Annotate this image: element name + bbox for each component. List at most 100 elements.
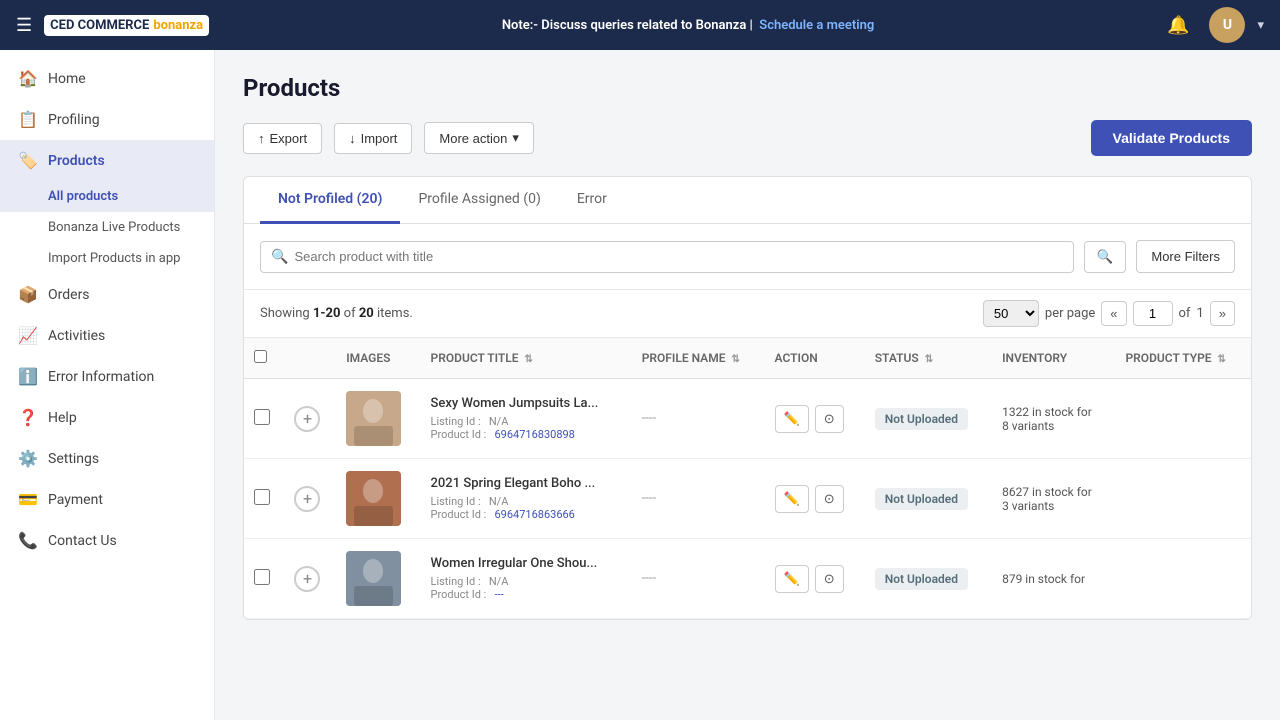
tab-error[interactable]: Error <box>559 177 625 224</box>
sidebar-item-error-information[interactable]: ℹ️ Error Information <box>0 356 214 397</box>
sidebar-item-activities[interactable]: 📈 Activities <box>0 315 214 356</box>
col-profile-name-header[interactable]: PROFILE NAME ⇅ <box>632 338 765 379</box>
profile-name-0: ---- <box>642 411 656 426</box>
error-information-icon: ℹ️ <box>18 367 38 386</box>
row-checkbox-0[interactable] <box>254 409 270 425</box>
edit-button-1[interactable]: ✏️ <box>775 485 809 513</box>
view-button-0[interactable]: ⊙ <box>815 405 844 433</box>
showing-range: 1-20 <box>313 306 341 321</box>
per-page-select[interactable]: 50 25 100 <box>983 300 1039 327</box>
edit-button-2[interactable]: ✏️ <box>775 565 809 593</box>
page-title: Products <box>243 74 1252 102</box>
sidebar: 🏠 Home 📋 Profiling 🏷️ Products All produ… <box>0 50 215 720</box>
status-badge-2: Not Uploaded <box>875 568 968 590</box>
tab-profile-assigned[interactable]: Profile Assigned (0) <box>400 177 558 224</box>
profiling-icon: 📋 <box>18 110 38 129</box>
export-label: Export <box>270 131 308 146</box>
table-row: + Women Irregular One Shou... Listing Id… <box>244 539 1251 619</box>
product-title-2: Women Irregular One Shou... <box>431 556 622 571</box>
view-button-2[interactable]: ⊙ <box>815 565 844 593</box>
logo: CED COMMERCE bonanza <box>44 15 209 36</box>
import-button[interactable]: ↓ Import <box>334 123 412 154</box>
sidebar-item-contact-us[interactable]: 📞 Contact Us <box>0 520 214 561</box>
tab-not-profiled[interactable]: Not Profiled (20) <box>260 177 400 224</box>
product-id-link-1[interactable]: 6964716863666 <box>495 508 575 521</box>
showing-total: 20 <box>359 306 374 321</box>
sidebar-item-error-information-label: Error Information <box>48 369 154 385</box>
sidebar-item-payment[interactable]: 💳 Payment <box>0 479 214 520</box>
profile-name-2: ---- <box>642 571 656 586</box>
products-table: IMAGES PRODUCT TITLE ⇅ PROFILE NAME ⇅ AC… <box>244 338 1251 619</box>
bell-icon[interactable]: 🔔 <box>1167 15 1189 36</box>
col-action-header: ACTION <box>765 338 865 379</box>
product-type-0 <box>1115 379 1251 459</box>
payment-icon: 💳 <box>18 490 38 509</box>
col-product-title-header[interactable]: PRODUCT TITLE ⇅ <box>421 338 632 379</box>
orders-icon: 📦 <box>18 285 38 304</box>
add-row-button-2[interactable]: + <box>294 566 320 592</box>
col-checkbox-header <box>244 338 284 379</box>
activities-icon: 📈 <box>18 326 38 345</box>
sidebar-item-home-label: Home <box>48 71 86 87</box>
logo-box: CED COMMERCE bonanza <box>44 15 209 36</box>
add-row-button-1[interactable]: + <box>294 486 320 512</box>
export-icon: ↑ <box>258 131 265 146</box>
last-page-button[interactable]: » <box>1210 301 1235 326</box>
settings-icon: ⚙️ <box>18 449 38 468</box>
more-action-button[interactable]: More action ▾ <box>424 122 533 154</box>
user-avatar[interactable]: U <box>1209 7 1245 43</box>
table-row: + Sexy Women Jumpsuits La... Listing Id … <box>244 379 1251 459</box>
product-image-0 <box>346 391 401 446</box>
first-page-button[interactable]: « <box>1101 301 1126 326</box>
note-prefix: Note:- Discuss queries related to Bonanz… <box>502 18 753 33</box>
toolbar: ↑ Export ↓ Import More action ▾ Validate… <box>243 120 1252 156</box>
view-button-1[interactable]: ⊙ <box>815 485 844 513</box>
search-button[interactable]: 🔍 <box>1084 241 1127 273</box>
inventory-2: 879 in stock for <box>1002 572 1105 586</box>
col-inventory-header: INVENTORY <box>992 338 1115 379</box>
products-table-wrap: IMAGES PRODUCT TITLE ⇅ PROFILE NAME ⇅ AC… <box>244 338 1251 619</box>
per-page-label: per page <box>1045 306 1095 321</box>
sidebar-item-payment-label: Payment <box>48 492 103 508</box>
sidebar-item-profiling[interactable]: 📋 Profiling <box>0 99 214 140</box>
sidebar-item-home[interactable]: 🏠 Home <box>0 58 214 99</box>
table-row: + 2021 Spring Elegant Boho ... Listing I… <box>244 459 1251 539</box>
contact-us-icon: 📞 <box>18 531 38 550</box>
inventory-1: 8627 in stock for3 variants <box>1002 485 1105 513</box>
validate-products-button[interactable]: Validate Products <box>1091 120 1252 156</box>
more-filters-button[interactable]: More Filters <box>1136 240 1235 273</box>
sidebar-item-help[interactable]: ❓ Help <box>0 397 214 438</box>
showing-text: Showing 1-20 of 20 items. <box>260 306 413 321</box>
col-status-header[interactable]: STATUS ⇅ <box>865 338 992 379</box>
of-pages-text: of <box>1179 306 1191 321</box>
hamburger-menu-icon[interactable]: ☰ <box>16 15 32 36</box>
edit-button-0[interactable]: ✏️ <box>775 405 809 433</box>
sidebar-item-settings[interactable]: ⚙️ Settings <box>0 438 214 479</box>
col-images-header: IMAGES <box>336 338 420 379</box>
sidebar-subitem-all-products[interactable]: All products <box>0 181 214 212</box>
row-checkbox-1[interactable] <box>254 489 270 505</box>
username-label[interactable]: ▾ <box>1257 18 1264 33</box>
filter-bar: 🔍 🔍 More Filters <box>244 224 1251 290</box>
help-icon: ❓ <box>18 408 38 427</box>
sidebar-item-products[interactable]: 🏷️ Products <box>0 140 214 181</box>
product-title-1: 2021 Spring Elegant Boho ... <box>431 476 622 491</box>
search-input[interactable] <box>294 249 1062 264</box>
select-all-checkbox[interactable] <box>254 350 267 363</box>
product-id-link-2[interactable]: --- <box>495 588 504 601</box>
sidebar-item-profiling-label: Profiling <box>48 112 100 128</box>
sidebar-subitem-bonanza-live-products[interactable]: Bonanza Live Products <box>0 212 214 243</box>
add-row-button-0[interactable]: + <box>294 406 320 432</box>
top-navigation: ☰ CED COMMERCE bonanza Note:- Discuss qu… <box>0 0 1280 50</box>
status-badge-1: Not Uploaded <box>875 488 968 510</box>
product-title-0: Sexy Women Jumpsuits La... <box>431 396 622 411</box>
export-button[interactable]: ↑ Export <box>243 123 322 154</box>
sidebar-item-orders[interactable]: 📦 Orders <box>0 274 214 315</box>
schedule-meeting-link[interactable]: Schedule a meeting <box>759 18 874 33</box>
product-id-link-0[interactable]: 6964716830898 <box>495 428 575 441</box>
page-number-input[interactable] <box>1133 301 1173 326</box>
sidebar-item-settings-label: Settings <box>48 451 99 467</box>
col-product-type-header[interactable]: PRODUCT TYPE ⇅ <box>1115 338 1251 379</box>
row-checkbox-2[interactable] <box>254 569 270 585</box>
sidebar-subitem-import-products-app[interactable]: Import Products in app <box>0 243 214 274</box>
